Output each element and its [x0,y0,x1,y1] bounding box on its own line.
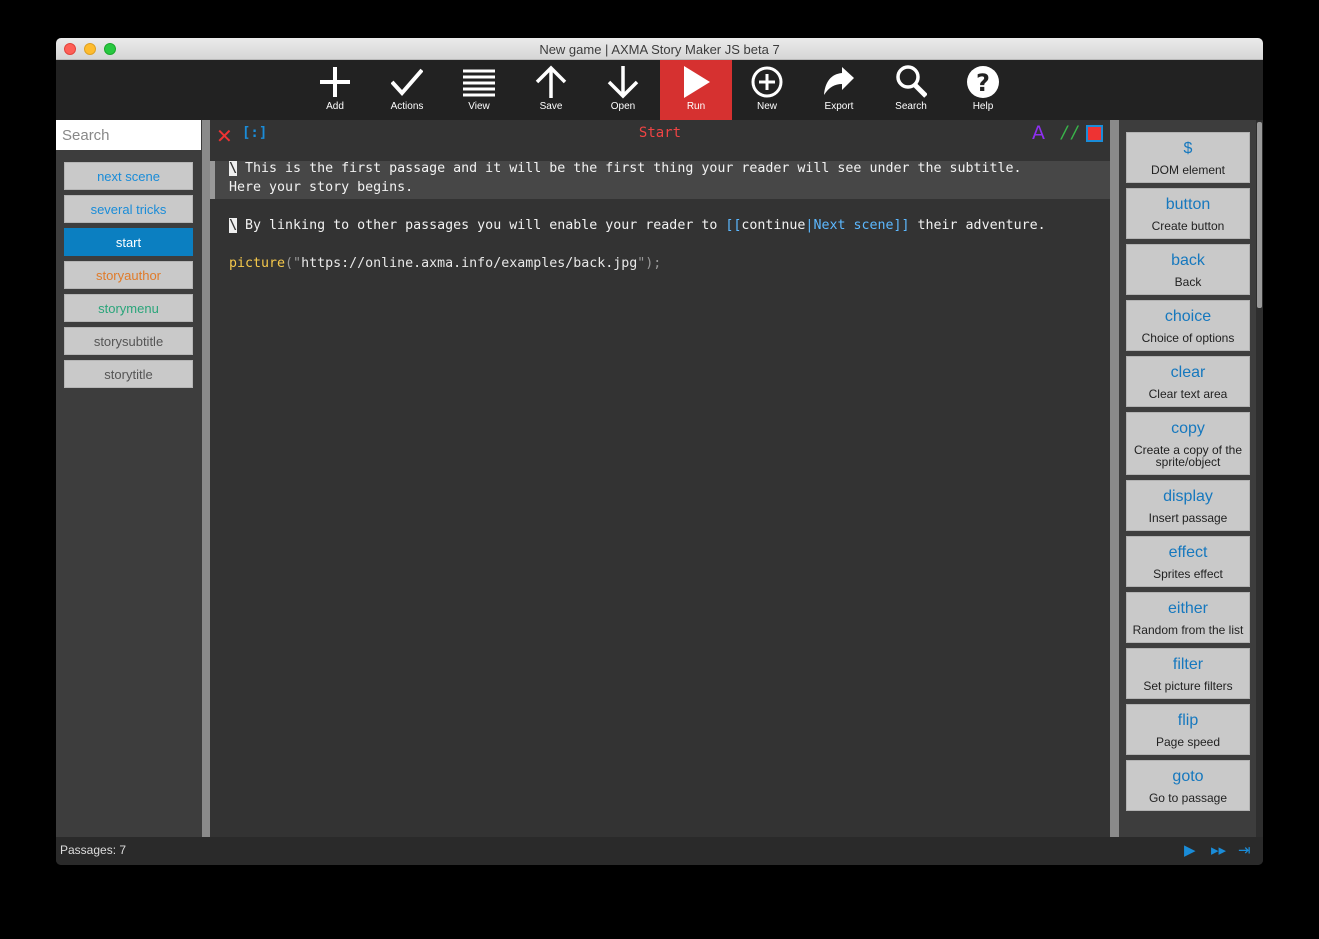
macro-description: Insert passage [1148,511,1228,525]
macro-list: $ DOM element button Create button back Back c… [1126,132,1250,816]
line-marker: \ [229,161,238,176]
save-button[interactable]: Save [515,60,587,120]
skip-to-end-icon[interactable]: ⇥ [1238,841,1251,861]
passage-count: Passages: 7 [60,843,127,857]
arrow-down-icon [607,66,639,99]
right-splitter[interactable] [1110,120,1119,837]
magnifier-icon [896,65,927,98]
export-button[interactable]: Export [803,60,875,120]
arrow-up-icon [535,65,567,98]
macro-card[interactable]: filter Set picture filters [1126,648,1250,699]
macro-scrollbar-thumb[interactable] [1257,122,1262,308]
macro-name: clear [1170,364,1206,381]
window-title: New game | AXMA Story Maker JS beta 7 [539,42,780,57]
code-line-3: picture("https://online.axma.info/exampl… [229,256,662,271]
macro-name: copy [1171,420,1205,437]
font-style-button[interactable]: A [1032,122,1045,144]
macro-description: Create a copy of the sprite/object [1133,443,1243,469]
passage-title[interactable]: Start [210,125,1110,141]
actions-button[interactable]: Actions [371,60,443,120]
macro-card[interactable]: display Insert passage [1126,480,1250,531]
passage-item-several-tricks[interactable]: several tricks [64,195,193,223]
macro-description: Page speed [1155,735,1221,749]
add-button[interactable]: Add [299,60,371,120]
macro-description: DOM element [1150,163,1226,177]
macro-card[interactable]: $ DOM element [1126,132,1250,183]
circle-plus-icon [751,66,783,98]
play-icon[interactable]: ▶ [1184,841,1196,861]
macro-name: display [1163,488,1213,505]
macro-name: $ [1183,140,1193,157]
open-button[interactable]: Open [587,60,659,120]
macro-description: Create button [1151,219,1225,233]
macro-card[interactable]: clear Clear text area [1126,356,1250,407]
view-button[interactable]: View [443,60,515,120]
run-button[interactable]: Run [660,60,732,120]
macro-card[interactable]: flip Page speed [1126,704,1250,755]
macro-card[interactable]: back Back [1126,244,1250,295]
search-input[interactable] [56,120,201,150]
editor-header: ✕ [:] Start A // [210,120,1110,148]
code-line-1: \ This is the first passage and it will … [229,161,1022,176]
macro-description: Set picture filters [1143,679,1233,693]
search-button[interactable]: Search [875,60,947,120]
passage-item-storysubtitle[interactable]: storysubtitle [64,327,193,355]
macro-description: Random from the list [1132,623,1244,637]
macro-panel: $ DOM element button Create button back Back c… [1119,120,1256,837]
passage-sidebar: next scene several tricks start storyaut… [56,120,202,837]
app-window: New game | AXMA Story Maker JS beta 7 Ad… [56,38,1263,865]
plus-icon [320,67,350,97]
macro-description: Sprites effect [1153,567,1223,581]
list-icon [463,69,495,97]
macro-card[interactable]: goto Go to passage [1126,760,1250,811]
line-marker: \ [229,218,238,233]
check-icon [391,68,423,97]
passage-item-next-scene[interactable]: next scene [64,162,193,190]
macro-name: filter [1172,656,1204,673]
macro-card[interactable]: copy Create a copy of the sprite/object [1126,412,1250,475]
code-line-2: \ By linking to other passages you will … [229,218,1046,233]
toolbar: Add Actions View Save Open Run New Expor… [56,60,1263,120]
new-button[interactable]: New [731,60,803,120]
comment-button[interactable]: // [1060,123,1080,143]
macro-name: back [1171,252,1205,269]
macro-description: Clear text area [1148,387,1228,401]
macro-name: button [1165,196,1211,213]
passage-item-storytitle[interactable]: storytitle [64,360,193,388]
fast-forward-icon[interactable]: ▸▸ [1211,841,1226,861]
passage-list: next scene several tricks start storyaut… [64,162,193,393]
macro-name: effect [1168,544,1208,561]
macro-card[interactable]: either Random from the list [1126,592,1250,643]
code-line-1-wrap: Here your story begins. [229,180,414,195]
svg-text:?: ? [976,69,990,97]
macro-name: goto [1172,768,1204,785]
left-splitter[interactable] [202,120,210,837]
macro-name: flip [1177,712,1199,729]
macro-name: choice [1164,308,1212,325]
passage-item-start[interactable]: start [64,228,193,256]
passage-item-storymenu[interactable]: storymenu [64,294,193,322]
macro-description: Back [1174,275,1202,289]
macro-card[interactable]: effect Sprites effect [1126,536,1250,587]
passage-editor[interactable]: ✕ [:] Start A // \ This is the first pas… [210,120,1110,837]
macro-description: Choice of options [1141,331,1235,345]
status-bar: Passages: 7 ▶ ▸▸ ⇥ [56,837,1263,865]
play-icon [684,66,710,98]
macro-description: Go to passage [1148,791,1228,805]
question-icon: ? [967,66,999,98]
title-bar: New game | AXMA Story Maker JS beta 7 [56,38,1263,60]
color-picker-button[interactable] [1086,125,1103,142]
share-arrow-icon [824,67,854,95]
passage-item-storyauthor[interactable]: storyauthor [64,261,193,289]
macro-card[interactable]: button Create button [1126,188,1250,239]
help-button[interactable]: ? Help [947,60,1019,120]
macro-name: either [1167,600,1209,617]
macro-card[interactable]: choice Choice of options [1126,300,1250,351]
